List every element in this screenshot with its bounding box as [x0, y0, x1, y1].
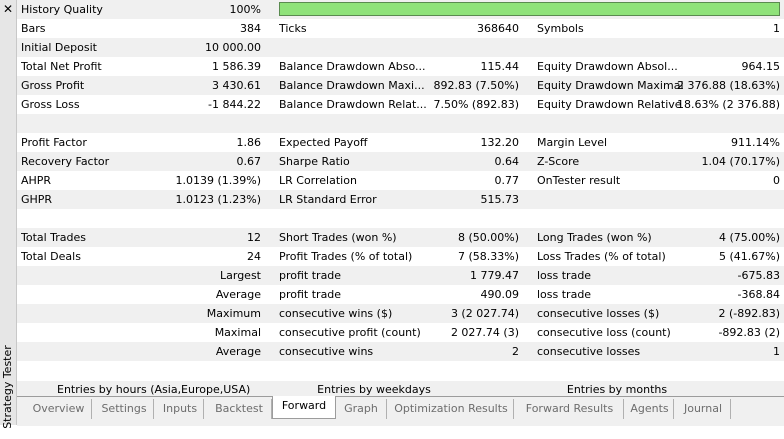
summary-row: Total Trades 12 Short Trades (won %) 8 (50.…: [17, 228, 784, 247]
trade-stat-row: Largest profit trade 1 779.47 loss trade -67…: [17, 266, 784, 285]
empty-row: [17, 361, 784, 380]
stat-value: 0: [773, 174, 780, 187]
summary-row: Total Net Profit 1 586.39 Balance Drawdown…: [17, 57, 784, 76]
stat-value: 1.04 (70.17%): [701, 155, 780, 168]
stat-value: 8 (50.00%): [457, 231, 519, 244]
trade-stat-qualifier: Maximum: [206, 307, 261, 320]
stat-value: 0.77: [494, 174, 520, 187]
summary-row: Gross Profit 3 430.61 Balance Drawdown Max…: [17, 76, 784, 95]
tab-optimization-results[interactable]: Optimization Results: [389, 399, 514, 419]
trade-stat-row: Average profit trade 490.09 loss trade -368.…: [17, 285, 784, 304]
stat-value: 115.44: [480, 60, 520, 73]
trade-stat-row: Average consecutive wins 2 consecutive loss…: [17, 342, 784, 361]
stat-value: 1: [773, 22, 780, 35]
summary-row: GHPR 1.0123 (1.23%) LR Standard Error 515.7…: [17, 190, 784, 209]
stat-value: -1 844.22: [208, 98, 261, 111]
stat-value: 911.14%: [731, 136, 780, 149]
summary-row: AHPR 1.0139 (1.39%) LR Correlation 0.77 OnTe…: [17, 171, 784, 190]
stat-value: 24: [247, 250, 261, 263]
tab-settings[interactable]: Settings: [95, 399, 154, 419]
stat-value: 2 027.74 (3): [450, 326, 519, 339]
stat-value: 7 (58.33%): [457, 250, 519, 263]
summary-row: Bars 384 Ticks 368640 Symbols 1: [17, 19, 784, 38]
trade-stat-row: Maximum consecutive wins ($) 3 (2 027.74) c…: [17, 304, 784, 323]
stat-value: -892.83 (2): [718, 326, 780, 339]
stat-value: 2: [512, 345, 519, 358]
tab-inputs[interactable]: Inputs: [157, 399, 204, 419]
trade-stat-qualifier: Average: [215, 288, 261, 301]
stat-value: 368640: [477, 22, 519, 35]
summary-row: [17, 114, 784, 133]
entries-subtab[interactable]: Entries by hours (Asia,Europe,USA): [57, 381, 250, 396]
stat-value: 18.63% (2 376.88): [676, 98, 780, 111]
stat-value: 3 430.61: [212, 79, 261, 92]
stat-value: 7.50% (892.83): [433, 98, 519, 111]
panel-title: Strategy Tester: [1, 345, 14, 429]
tab-overview[interactable]: Overview: [26, 399, 92, 419]
stat-value: 490.09: [480, 288, 520, 301]
stat-value: 0.67: [236, 155, 262, 168]
stat-value: 5 (41.67%): [718, 250, 780, 263]
entries-subtab[interactable]: Entries by months: [557, 381, 677, 396]
stat-value: 515.73: [480, 193, 520, 206]
tab-forward-results[interactable]: Forward Results: [516, 399, 624, 419]
stat-value: 892.83 (7.50%): [433, 79, 519, 92]
tester-sidebar: ✕ Strategy Tester: [0, 0, 17, 429]
trade-stat-qualifier: Average: [215, 345, 261, 358]
tester-tabs: Overview Settings Inputs Backtest Forward Gra…: [17, 396, 784, 426]
tab-graph[interactable]: Graph: [336, 399, 387, 419]
stat-value: 0.64: [494, 155, 520, 168]
summary-row: [17, 209, 784, 228]
summary-row: Gross Loss -1 844.22 Balance Drawdown Rela…: [17, 95, 784, 114]
stat-value: -675.83: [737, 269, 780, 282]
stat-value: 1.86: [236, 136, 262, 149]
tab-journal[interactable]: Journal: [676, 399, 731, 419]
stat-value: -368.84: [737, 288, 780, 301]
stat-value: 100%: [229, 3, 261, 16]
stat-value: 1.0139 (1.39%): [175, 174, 261, 187]
summary-row: History Quality 100%: [17, 0, 784, 19]
trade-stat-qualifier: Maximal: [214, 326, 261, 339]
stat-value: 964.15: [741, 60, 781, 73]
summary-row: Total Deals 24 Profit Trades (% of total) 7…: [17, 247, 784, 266]
stat-value: 10 000.00: [205, 41, 261, 54]
report-area: History Quality 100% Bars 384 Ticks 368640 Sym…: [17, 0, 784, 426]
stat-value: 1 586.39: [212, 60, 261, 73]
stat-value: 132.20: [480, 136, 520, 149]
stat-value: 4 (75.00%): [718, 231, 780, 244]
stat-value: 1 779.47: [470, 269, 519, 282]
close-icon[interactable]: ✕: [2, 2, 14, 16]
stat-value: 12: [247, 231, 261, 244]
history-quality-bar: [279, 2, 780, 16]
entries-subtab[interactable]: Entries by weekdays: [299, 381, 449, 396]
tab-backtest[interactable]: Backtest: [207, 399, 272, 419]
trade-stat-row: Maximal consecutive profit (count) 2 027.7…: [17, 323, 784, 342]
summary-row: Initial Deposit 10 000.00: [17, 38, 784, 57]
trade-stat-qualifier: Largest: [220, 269, 261, 282]
stat-value: 1.0123 (1.23%): [175, 193, 261, 206]
summary-row: Recovery Factor 0.67 Sharpe Ratio 0.64 Z-Sco…: [17, 152, 784, 171]
summary-row: Profit Factor 1.86 Expected Payoff 132.20 Ma…: [17, 133, 784, 152]
stat-value: 1: [773, 345, 780, 358]
stat-value: 3 (2 027.74): [450, 307, 519, 320]
tab-forward[interactable]: Forward: [272, 396, 336, 419]
entries-subtabs: Entries by hours (Asia,Europe,USA) Entrie…: [17, 381, 784, 396]
tab-agents[interactable]: Agents: [626, 399, 674, 419]
stat-value: 2 (-892.83): [718, 307, 780, 320]
stat-value: 384: [240, 22, 261, 35]
stat-value: 2 376.88 (18.63%): [676, 79, 780, 92]
